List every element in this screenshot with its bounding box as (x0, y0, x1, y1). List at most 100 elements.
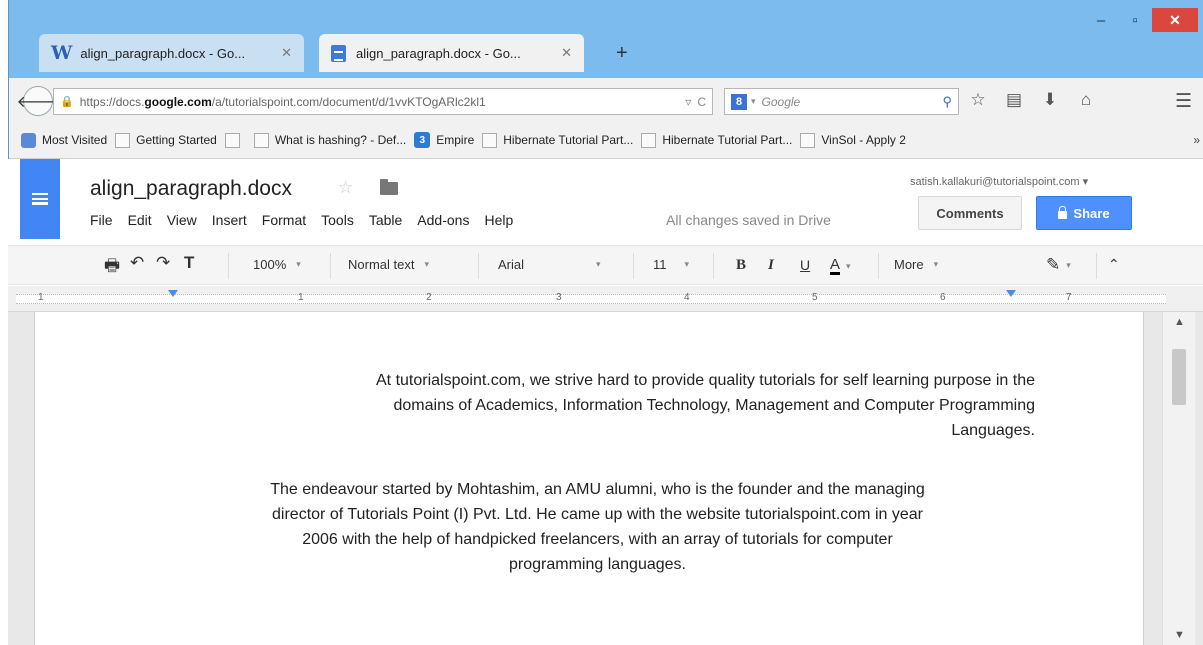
search-bar[interactable]: 8 ▾ Google ⚲ (724, 88, 959, 115)
left-indent-marker[interactable] (168, 290, 178, 297)
user-account[interactable]: satish.kallakuri@tutorialspoint.com ▾ (910, 175, 1088, 188)
tab-close-icon[interactable]: ✕ (281, 45, 292, 61)
print-icon[interactable]: 🖶 (104, 253, 120, 282)
page-icon (482, 132, 498, 148)
menu-addons[interactable]: Add-ons (417, 212, 469, 228)
bookmark-blank[interactable] (224, 132, 246, 148)
toolbar-divider (330, 253, 331, 279)
ruler-number: 4 (684, 292, 690, 303)
vertical-scrollbar[interactable]: ▲ ▼ (1162, 312, 1195, 645)
toolbar-divider (228, 253, 229, 279)
docs-menu-bar: File Edit View Insert Format Tools Table… (90, 212, 513, 228)
text-color-button[interactable]: A ▾ (830, 257, 851, 275)
star-icon[interactable]: ☆ (338, 178, 353, 198)
search-input[interactable]: Google (762, 95, 943, 109)
share-lock-icon (1058, 205, 1068, 219)
menu-table[interactable]: Table (369, 212, 402, 228)
tab-word-doc[interactable]: W align_paragraph.docx - Go... ✕ (39, 34, 304, 72)
page-icon (253, 132, 269, 148)
bookmarks-overflow-button[interactable]: » (1193, 133, 1200, 147)
font-select[interactable]: Arial ▾ (498, 257, 601, 272)
font-size-select[interactable]: 11 ▾ (653, 257, 689, 272)
save-status[interactable]: All changes saved in Drive (666, 212, 831, 228)
formatting-toolbar: 🖶 ↶ ↷ T 100% ▾ Normal text ▾ Arial ▾ 11 ▾ B … (8, 245, 1203, 285)
word-favicon-icon: W (51, 42, 73, 64)
ruler-track (16, 294, 1166, 304)
tab-google-doc[interactable]: align_paragraph.docx - Go... ✕ (319, 34, 584, 72)
title-bar: ‒ ▫ ✕ W align_paragraph.docx - Go... ✕ a… (9, 0, 1203, 78)
search-icon[interactable]: ⚲ (942, 94, 952, 110)
comments-button[interactable]: Comments (918, 196, 1022, 230)
address-bar[interactable]: 🔒 https://docs.google.com/a/tutorialspoi… (53, 88, 713, 115)
dropdown-arrow-icon[interactable]: ▿ (685, 95, 691, 109)
ruler-number: 6 (940, 292, 946, 303)
lock-icon: 🔒 (60, 96, 74, 108)
paragraph-center-aligned[interactable]: The endeavour started by Mohtashim, an A… (175, 477, 1020, 577)
download-icon[interactable]: ⬇ (1041, 90, 1059, 110)
reload-icon[interactable]: C (697, 95, 706, 109)
nav-icons: ☆ ▤ ⬇ ⌂ (969, 90, 1095, 110)
bookmark-star-icon[interactable]: ☆ (969, 90, 987, 110)
document-title[interactable]: align_paragraph.docx (90, 177, 292, 201)
minimize-button[interactable]: ‒ (1084, 8, 1118, 32)
page-icon (800, 132, 816, 148)
menu-edit[interactable]: Edit (128, 212, 152, 228)
docs-home-button[interactable] (20, 159, 60, 239)
paint-format-icon[interactable]: T (184, 253, 194, 273)
editing-mode-icon[interactable]: ✎ ▾ (1046, 255, 1071, 275)
share-button[interactable]: Share (1036, 196, 1132, 230)
engine-dropdown-icon[interactable]: ▾ (751, 96, 756, 107)
hamburger-menu-icon[interactable]: ☰ (1175, 90, 1192, 113)
reading-list-icon[interactable]: ▤ (1005, 90, 1023, 110)
collapse-icon[interactable]: ⌃ (1108, 256, 1120, 273)
zoom-select[interactable]: 100% ▾ (253, 257, 301, 272)
close-button[interactable]: ✕ (1152, 8, 1198, 32)
underline-button[interactable]: U (800, 257, 810, 273)
bold-button[interactable]: B (736, 257, 746, 274)
right-indent-marker[interactable] (1006, 290, 1016, 297)
ruler-number: 1 (38, 292, 44, 303)
paragraph-right-aligned[interactable]: At tutorialspoint.com, we strive hard to… (190, 368, 1035, 443)
bookmark-getting-started[interactable]: Getting Started (115, 132, 217, 148)
document-page[interactable]: At tutorialspoint.com, we strive hard to… (34, 312, 1144, 645)
ruler-number: 7 (1066, 292, 1072, 303)
toolbar-divider (633, 253, 634, 279)
menu-view[interactable]: View (167, 212, 197, 228)
menu-format[interactable]: Format (262, 212, 306, 228)
home-icon[interactable]: ⌂ (1077, 90, 1095, 110)
bookmark-hashing[interactable]: What is hashing? - Def... (253, 132, 406, 148)
bookmark-hibernate-2[interactable]: Hibernate Tutorial Part... (641, 132, 792, 148)
bookmark-vinsol[interactable]: VinSol - Apply 2 (800, 132, 906, 148)
folder-icon[interactable] (380, 179, 398, 195)
undo-icon[interactable]: ↶ (130, 253, 144, 273)
ruler-number: 2 (426, 292, 432, 303)
page-icon (641, 132, 657, 148)
bookmark-empire[interactable]: 3 Empire (414, 132, 474, 148)
scroll-thumb[interactable] (1172, 349, 1186, 405)
search-engine-icon[interactable]: 8 (731, 93, 747, 110)
redo-icon[interactable]: ↷ (156, 253, 170, 273)
toolbar-divider (878, 253, 879, 279)
most-visited-icon (21, 132, 36, 148)
tab-label: align_paragraph.docx - Go... (356, 45, 521, 61)
new-tab-button[interactable]: + (616, 42, 628, 65)
scroll-down-icon[interactable]: ▼ (1163, 629, 1196, 641)
style-select[interactable]: Normal text ▾ (348, 257, 429, 272)
menu-help[interactable]: Help (484, 212, 513, 228)
tab-label: align_paragraph.docx - Go... (80, 45, 246, 61)
menu-insert[interactable]: Insert (212, 212, 247, 228)
more-button[interactable]: More ▾ (894, 257, 938, 272)
ruler: 1 1 2 3 4 5 6 7 (8, 286, 1203, 312)
url-text: https://docs.google.com/a/tutorialspoint… (79, 94, 486, 109)
menu-file[interactable]: File (90, 212, 113, 228)
maximize-button[interactable]: ▫ (1118, 8, 1152, 32)
bookmark-most-visited[interactable]: Most Visited (21, 132, 107, 148)
italic-button[interactable]: I (768, 257, 774, 274)
bookmark-hibernate-1[interactable]: Hibernate Tutorial Part... (482, 132, 633, 148)
empire-icon: 3 (414, 132, 431, 148)
back-button[interactable]: 🡐 (17, 86, 59, 116)
menu-tools[interactable]: Tools (321, 212, 354, 228)
navigation-bar: 🡐 🔒 https://docs.google.com/a/tutorialsp… (9, 78, 1203, 122)
tab-close-icon[interactable]: ✕ (561, 45, 572, 61)
scroll-up-icon[interactable]: ▲ (1163, 316, 1196, 328)
